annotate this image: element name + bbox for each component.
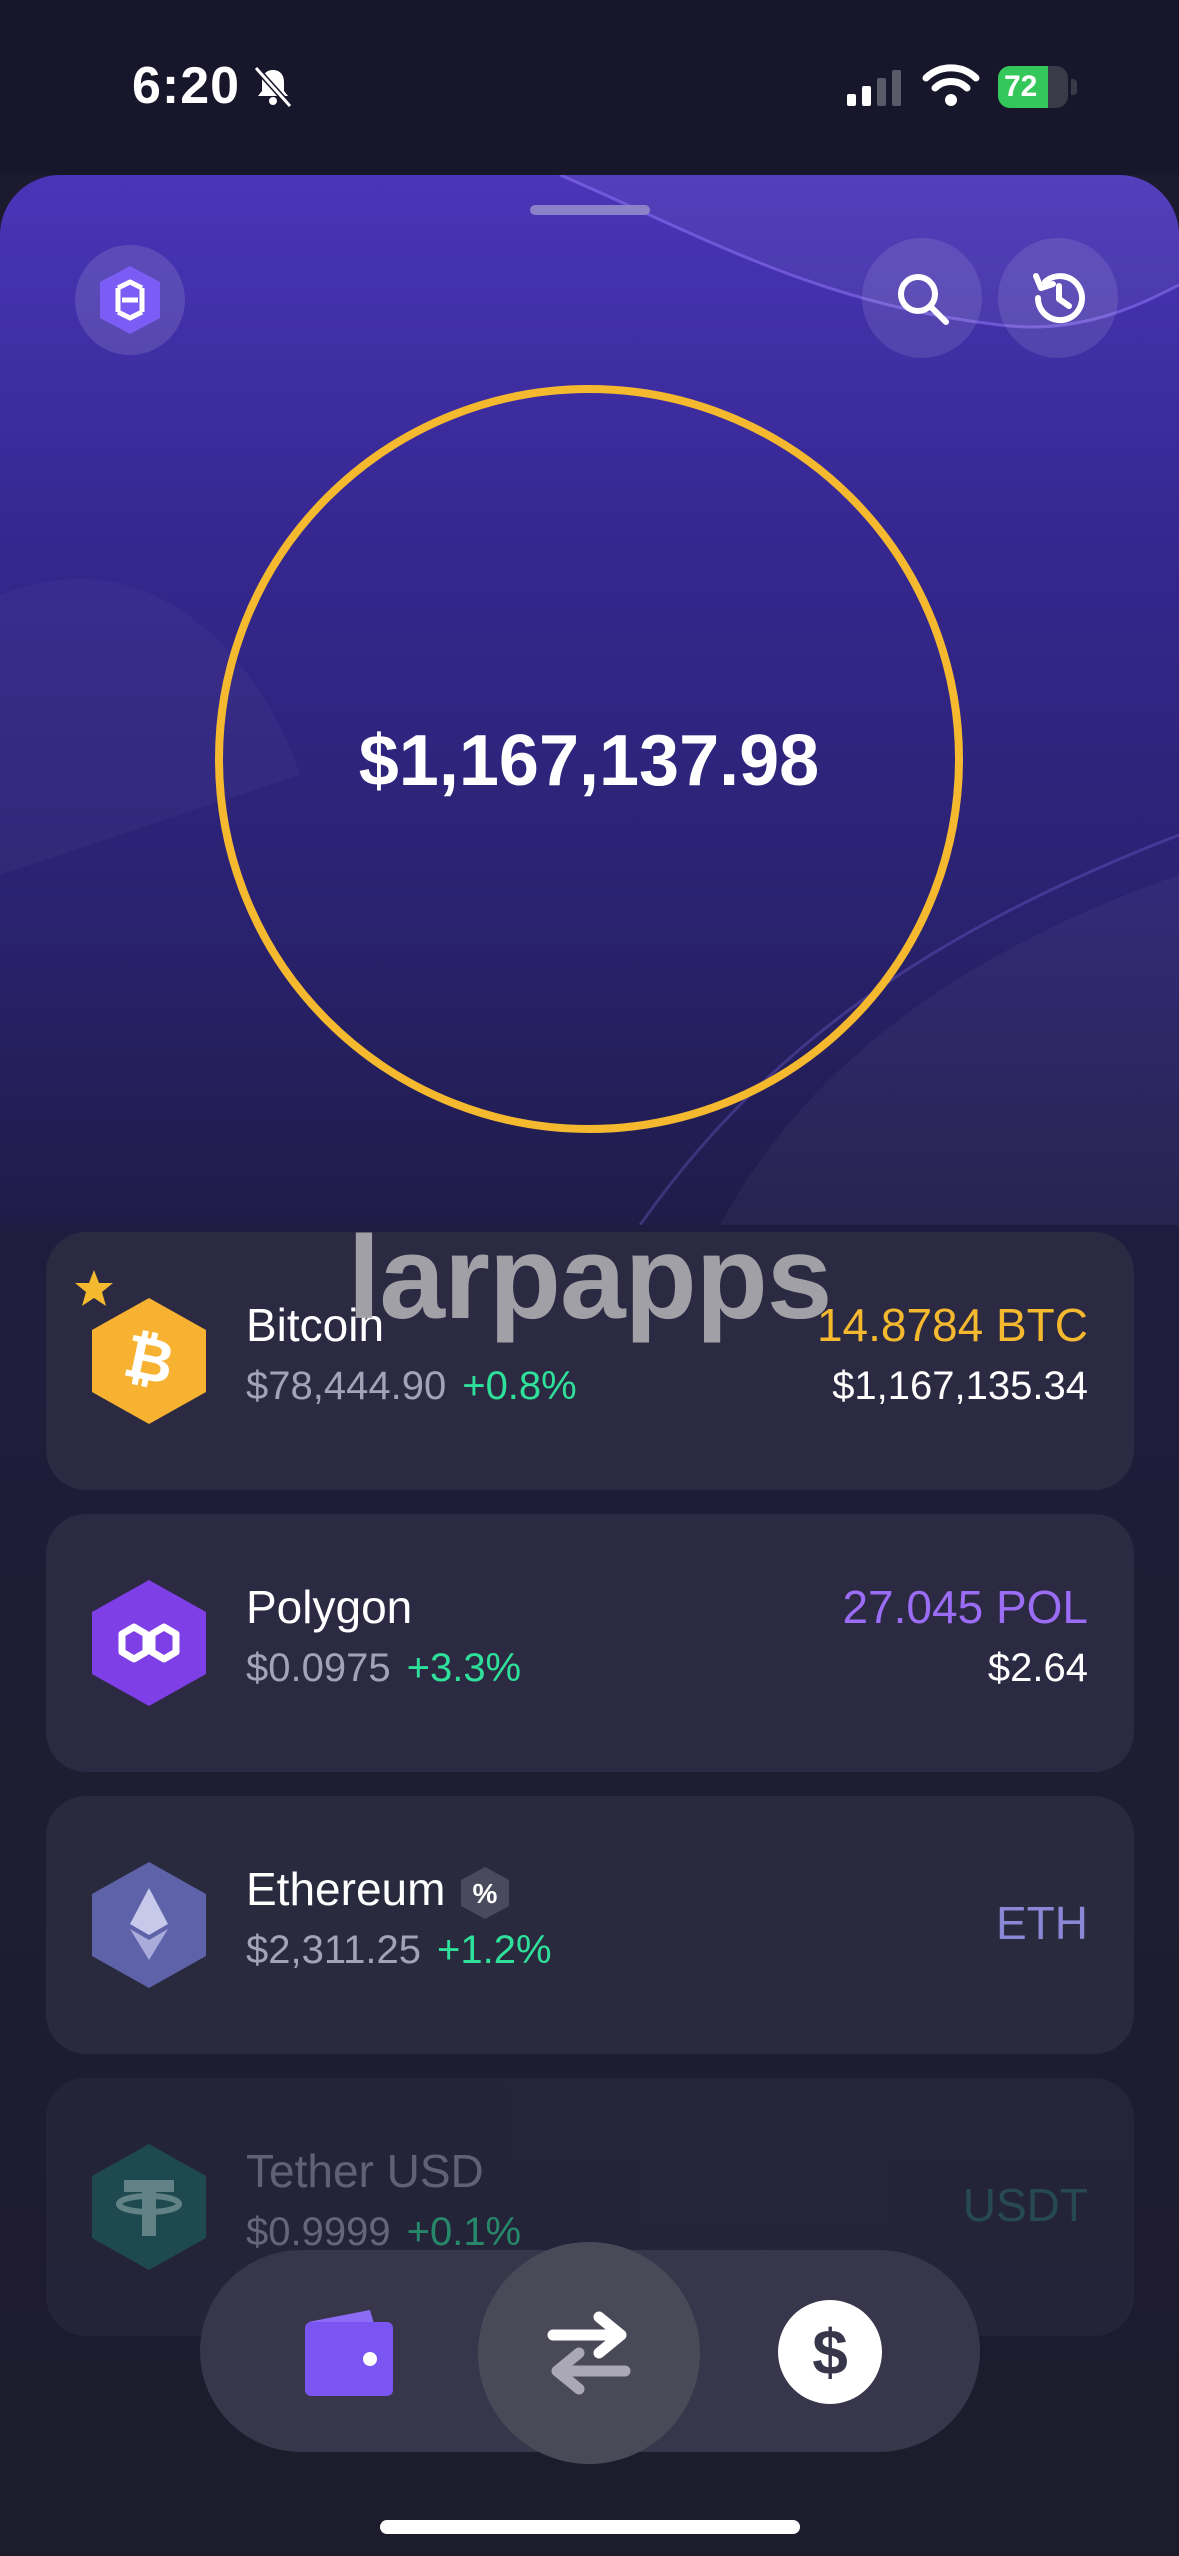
staking-percent-badge: % bbox=[461, 1866, 510, 1919]
history-icon bbox=[1033, 273, 1085, 324]
status-time: 6:20 bbox=[132, 57, 241, 115]
exodus-logo-icon bbox=[100, 266, 160, 334]
asset-amount: 27.045 POL bbox=[842, 1581, 1088, 1633]
asset-name: Polygon bbox=[246, 1581, 413, 1633]
silent-bell-icon bbox=[253, 65, 293, 109]
exodus-logo-button[interactable] bbox=[75, 245, 185, 355]
cellular-signal-icon bbox=[847, 70, 901, 106]
bottom-nav-bar: $ bbox=[200, 2242, 980, 2464]
battery-indicator: 72 bbox=[998, 66, 1078, 108]
swap-button[interactable] bbox=[478, 2242, 700, 2464]
home-indicator[interactable] bbox=[380, 2520, 800, 2534]
asset-change: +0.1% bbox=[406, 2210, 522, 2254]
asset-name: Tether USD bbox=[246, 2145, 484, 2197]
asset-ticker: ETH bbox=[996, 1897, 1088, 1949]
total-balance: $1,167,137.98 bbox=[358, 721, 820, 801]
balance-hero: $1,167,137.98 bbox=[0, 175, 1179, 1225]
asset-price: $2,311.25 +1.2% bbox=[246, 1928, 552, 1972]
asset-change: +3.3% bbox=[406, 1646, 522, 1690]
asset-row-ethereum[interactable]: Ethereum% $2,311.25 +1.2% ETH bbox=[46, 1796, 1134, 2054]
ethereum-icon bbox=[92, 1862, 206, 1988]
asset-change: +1.2% bbox=[436, 1928, 552, 1972]
watermark-text: larpapps bbox=[347, 1212, 833, 1344]
polygon-icon bbox=[92, 1580, 206, 1706]
svg-text:%: % bbox=[473, 1878, 498, 1909]
search-button[interactable] bbox=[862, 238, 982, 358]
sheet-grabber[interactable] bbox=[530, 205, 650, 215]
asset-change: +0.8% bbox=[462, 1364, 577, 1408]
asset-price: $0.9999 +0.1% bbox=[246, 2210, 522, 2254]
battery-percentage: 72 bbox=[1004, 70, 1038, 103]
history-button[interactable] bbox=[998, 238, 1118, 358]
search-icon bbox=[898, 274, 949, 325]
swap-arrows-icon bbox=[547, 2311, 631, 2395]
status-bar: 6:20 72 bbox=[0, 0, 1179, 175]
wifi-icon bbox=[922, 64, 980, 106]
asset-ticker: USDT bbox=[962, 2179, 1088, 2231]
asset-price: $78,444.90 +0.8% bbox=[246, 1364, 577, 1408]
asset-row-polygon[interactable]: Polygon $0.0975 +3.3% 27.045 POL $2.64 bbox=[46, 1514, 1134, 1772]
tether-icon bbox=[92, 2144, 206, 2270]
asset-price: $0.0975 +3.3% bbox=[246, 1646, 522, 1690]
buy-sell-dollar-button[interactable]: $ bbox=[778, 2300, 882, 2404]
asset-name-row: Ethereum% bbox=[246, 1862, 511, 1921]
asset-name: Ethereum bbox=[246, 1863, 446, 1915]
wallet-icon[interactable] bbox=[300, 2304, 400, 2404]
asset-fiat-value: $1,167,135.34 bbox=[832, 1364, 1088, 1408]
asset-fiat-value: $2.64 bbox=[987, 1646, 1088, 1690]
